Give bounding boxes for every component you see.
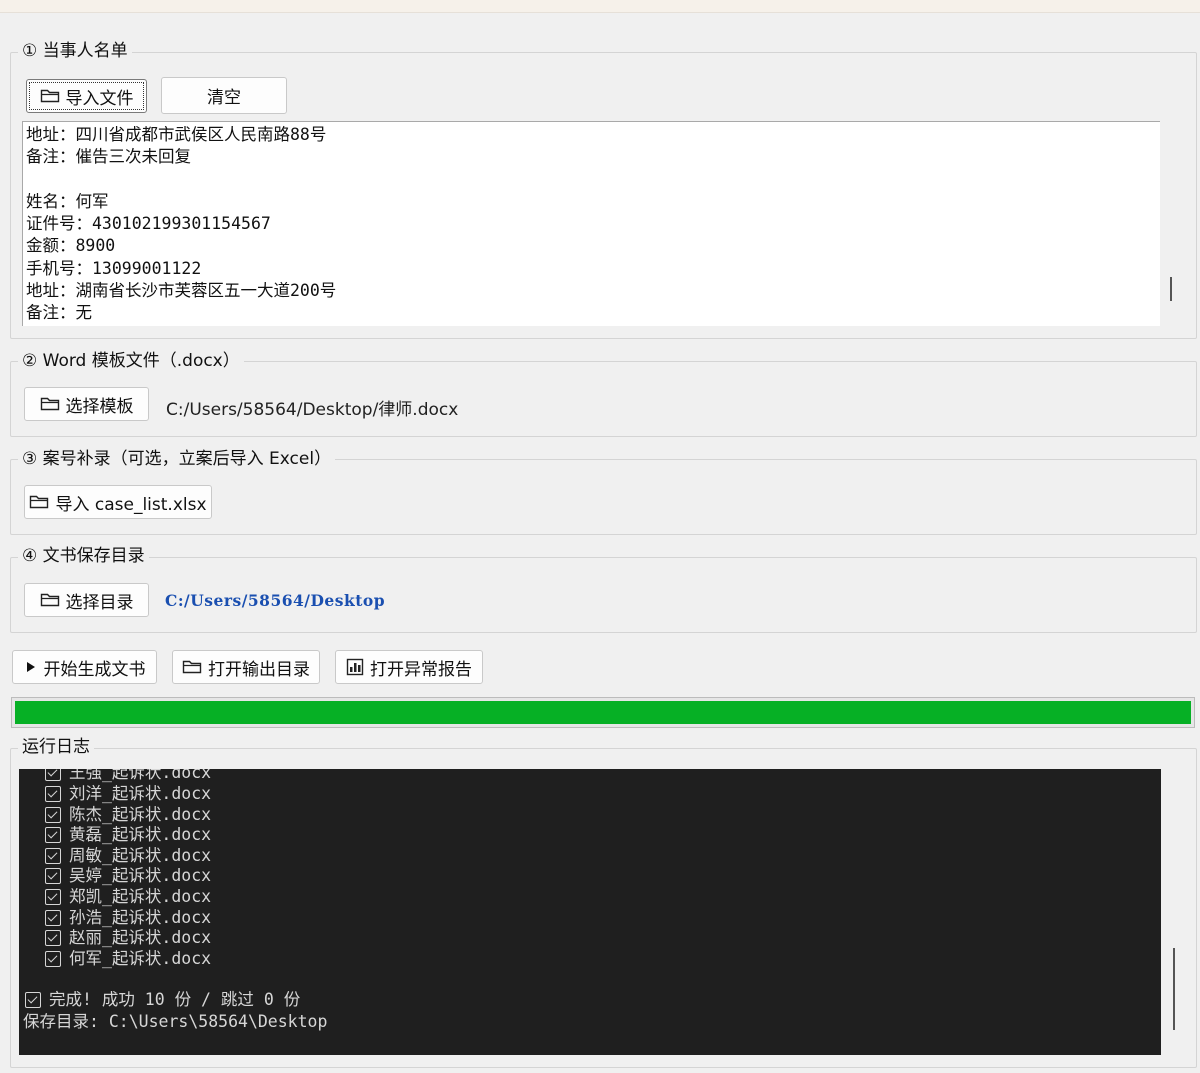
checkbox-icon (45, 769, 61, 781)
import-case-list-label: 导入 case_list.xlsx (55, 494, 207, 515)
log-line: 郑凯_起诉状.docx (45, 887, 211, 907)
log-scrollbar[interactable] (1173, 948, 1175, 1030)
log-line: 周敏_起诉状.docx (45, 846, 211, 866)
log-line-text: 周敏_起诉状.docx (69, 845, 212, 865)
output-dir-path: C:/Users/58564/Desktop (165, 591, 386, 610)
textarea-line: 手机号：13099001122 (26, 258, 202, 278)
log-save-line: 保存目录: C:\Users\58564\Desktop (23, 1012, 327, 1032)
select-template-label: 选择模板 (65, 396, 134, 417)
checkbox-icon (45, 930, 61, 947)
log-line: 刘洋_起诉状.docx (45, 784, 211, 804)
folder-icon (30, 495, 49, 509)
folder-icon (40, 397, 59, 411)
log-line: 黄磊_起诉状.docx (45, 825, 211, 845)
checkbox-icon (45, 950, 61, 967)
textarea-scrollbar[interactable] (1170, 277, 1172, 301)
title-strip (0, 0, 1200, 13)
progress-fill (15, 701, 1191, 724)
log-line-text: 何军_起诉状.docx (69, 948, 212, 968)
log-line-text: 赵丽_起诉状.docx (69, 928, 212, 948)
open-report-button[interactable]: 打开异常报告 (335, 650, 483, 684)
import-file-label: 导入文件 (65, 88, 134, 109)
textarea-line: 地址：四川省成都市武侯区人民南路88号 (26, 125, 327, 144)
progress-bar (11, 697, 1195, 728)
case-number-title: ③ 案号补录（可选，立案后导入 Excel） (18, 448, 336, 470)
import-file-button[interactable]: 导入文件 (26, 79, 147, 113)
log-line-text: 刘洋_起诉状.docx (69, 784, 212, 803)
folder-icon (40, 593, 59, 607)
chart-icon (346, 658, 364, 676)
log-line: 孙浩_起诉状.docx (45, 908, 211, 928)
log-line: 陈杰_起诉状.docx (45, 805, 211, 825)
log-line-text: 吴婷_起诉状.docx (69, 866, 212, 886)
textarea-line: 地址：湖南省长沙市芙蓉区五一大道200号 (26, 281, 337, 301)
select-directory-button[interactable]: 选择目录 (24, 583, 149, 617)
log-done-text: 完成! 成功 10 份 / 跳过 0 份 (49, 990, 301, 1009)
textarea-line: 备注：催告三次未回复 (26, 147, 191, 167)
template-path: C:/Users/58564/Desktop/律师.docx (166, 400, 459, 420)
textarea-line: 证件号：430102199301154567 (26, 214, 271, 234)
log-done-line: 完成! 成功 10 份 / 跳过 0 份 (25, 990, 300, 1010)
party-list-textarea[interactable]: 地址：四川省成都市武侯区人民南路88号 备注：催告三次未回复 姓名：何军证件号：43… (22, 121, 1160, 326)
checkbox-icon (45, 806, 61, 823)
checkbox-icon (45, 868, 61, 885)
textarea-line: 姓名：何军 (26, 191, 109, 211)
checkbox-icon (45, 909, 61, 926)
log-line-partial: 王强_起诉状.docx (45, 769, 211, 783)
log-line-text: 孙浩_起诉状.docx (69, 907, 212, 927)
template-title: ② Word 模板文件（.docx） (18, 350, 244, 372)
play-icon (26, 662, 35, 672)
start-generate-label: 开始生成文书 (43, 659, 146, 680)
clear-label: 清空 (207, 88, 241, 108)
log-line-text: 王强_起诉状.docx (69, 769, 212, 782)
checkbox-icon (45, 889, 61, 905)
log-line: 赵丽_起诉状.docx (45, 928, 211, 948)
folder-icon (40, 89, 59, 103)
textarea-line (26, 169, 1160, 191)
log-line: 何军_起诉状.docx (45, 949, 211, 969)
open-output-button[interactable]: 打开输出目录 (172, 650, 320, 684)
textarea-line: 备注：无 (26, 303, 92, 323)
folder-icon (182, 660, 202, 674)
textarea-line: 金额：8900 (26, 236, 116, 256)
checkbox-icon (25, 992, 41, 1008)
start-generate-button[interactable]: 开始生成文书 (12, 650, 157, 684)
open-report-label: 打开异常报告 (370, 659, 472, 680)
log-title: 运行日志 (18, 736, 94, 758)
log-line-text: 陈杰_起诉状.docx (69, 804, 212, 824)
output-dir-title: ④ 文书保存目录 (18, 545, 149, 567)
select-directory-label: 选择目录 (65, 592, 134, 613)
select-template-button[interactable]: 选择模板 (24, 387, 149, 421)
log-save-text: 保存目录: C:\Users\58564\Desktop (23, 1012, 328, 1031)
log-line: 吴婷_起诉状.docx (45, 866, 211, 886)
open-output-label: 打开输出目录 (208, 659, 310, 680)
log-line-text: 郑凯_起诉状.docx (69, 887, 212, 906)
party-list-title: ① 当事人名单 (18, 40, 132, 62)
checkbox-icon (45, 847, 61, 864)
import-case-list-button[interactable]: 导入 case_list.xlsx (24, 485, 212, 519)
log-line-text: 黄磊_起诉状.docx (69, 825, 212, 845)
checkbox-icon (45, 786, 61, 802)
clear-button[interactable]: 清空 (161, 77, 287, 114)
log-console[interactable]: 王强_起诉状.docx 刘洋_起诉状.docx 陈杰_起诉状.docx 黄磊_起诉状… (19, 769, 1161, 1055)
checkbox-icon (45, 827, 61, 844)
